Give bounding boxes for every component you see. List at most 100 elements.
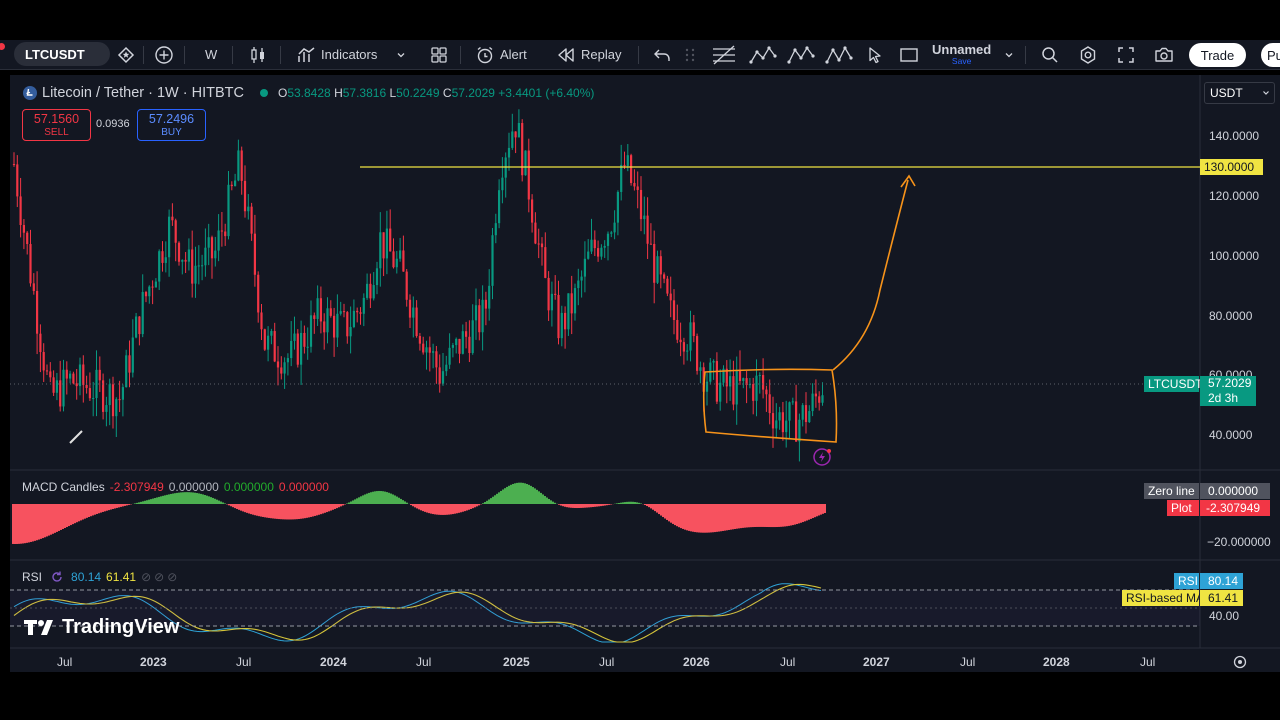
symbol-tag-label: LTCUSDT	[1148, 377, 1203, 391]
candle-body	[771, 413, 775, 429]
macd-bar	[482, 503, 484, 504]
macd-bar	[18, 504, 20, 544]
tradingview-logo-icon	[24, 620, 53, 635]
candle-body	[243, 180, 247, 212]
macd-bar	[78, 504, 80, 522]
candle-body	[656, 256, 659, 283]
candle-body	[461, 331, 464, 354]
macd-bar	[684, 504, 686, 530]
candle-body	[82, 364, 85, 385]
macd-bar	[446, 504, 448, 515]
macd-bar	[390, 493, 392, 504]
macd-bar	[284, 504, 286, 520]
buy-button[interactable]: 57.2496 BUY	[137, 109, 206, 141]
candle-body	[738, 369, 742, 381]
candle-body	[752, 384, 755, 401]
macd-bar	[94, 504, 96, 515]
macd-bar	[102, 504, 104, 512]
candle-body	[230, 184, 233, 187]
macd-bar	[694, 504, 696, 533]
macd-bar	[816, 504, 818, 517]
rsi-legend[interactable]: RSI 80.14 61.41 ⊘⊘⊘	[22, 569, 180, 585]
macd-bar	[582, 504, 584, 508]
time-axis-settings-icon[interactable]	[1233, 655, 1247, 669]
symbol-legend[interactable]: Litecoin / Tether · 1W · HITBTC O53.8428…	[22, 83, 594, 103]
macd-bar	[464, 504, 466, 512]
candle-body	[111, 384, 115, 417]
rsi-value-tag: 80.14	[1200, 573, 1243, 589]
macd-bar	[622, 502, 624, 504]
change-value: +3.4401 (+6.40%)	[498, 86, 595, 100]
macd-bar	[568, 504, 570, 508]
macd-bar	[122, 504, 124, 507]
macd-bar	[30, 504, 32, 542]
macd-bar	[420, 504, 422, 511]
currency-selector[interactable]: USDT	[1204, 82, 1275, 104]
sell-price: 57.1560	[33, 112, 80, 126]
macd-bar	[824, 504, 826, 514]
candle-body	[359, 312, 362, 314]
macd-bar	[86, 504, 88, 518]
candle-body	[567, 293, 570, 330]
candle-body	[181, 259, 184, 262]
sell-button[interactable]: 57.1560 SELL	[22, 109, 91, 141]
macd-bar	[650, 504, 652, 509]
high-value: 57.3816	[342, 86, 387, 100]
macd-legend[interactable]: MACD Candles -2.307949 0.000000 0.000000…	[22, 479, 329, 495]
macd-bar	[34, 504, 36, 541]
candle-body	[712, 361, 715, 363]
candle-body	[158, 251, 161, 282]
macd-bar	[554, 502, 556, 504]
candle-body	[197, 265, 200, 267]
candle-body	[791, 401, 794, 403]
price-axis-label: 100.0000	[1209, 249, 1260, 263]
macd-bar	[450, 504, 452, 515]
macd-bar	[168, 494, 170, 504]
macd-bar	[110, 504, 112, 510]
macd-bar	[718, 504, 720, 532]
chart-canvas[interactable]	[0, 0, 1280, 720]
candle-body	[102, 380, 105, 412]
macd-bar	[652, 504, 654, 510]
candle-body	[144, 292, 148, 297]
candle-body	[659, 256, 662, 275]
macd-bar	[696, 504, 698, 533]
macd-name: MACD Candles	[22, 480, 105, 494]
candle-body	[663, 274, 666, 279]
candles-layer	[12, 109, 824, 462]
annotation-arrow[interactable]	[832, 179, 909, 371]
macd-bar	[466, 504, 468, 511]
ellipsis-icon: ⊘⊘⊘	[141, 570, 181, 584]
macd-bar	[64, 504, 66, 529]
macd-bar	[288, 504, 290, 520]
macd-bar	[274, 504, 276, 519]
buy-label: BUY	[161, 127, 182, 138]
macd-bar	[678, 504, 680, 528]
candle-body	[154, 281, 157, 288]
candle-body	[372, 285, 375, 299]
macd-bar	[98, 504, 100, 514]
macd-bar	[214, 498, 216, 504]
macd-bar	[328, 504, 330, 512]
macd-bar	[302, 504, 304, 519]
macd-bar	[154, 498, 156, 504]
candle-body	[141, 292, 144, 335]
macd-bar	[24, 504, 26, 544]
macd-bar	[442, 504, 444, 515]
candle-body	[441, 371, 445, 384]
macd-bar	[138, 502, 140, 504]
price-axis-label: 80.0000	[1209, 309, 1253, 323]
candle-body	[468, 336, 471, 354]
candle-body	[95, 369, 98, 398]
macd-bar	[378, 490, 380, 504]
candle-body	[758, 375, 761, 377]
candle-body	[465, 331, 468, 337]
candle-body	[293, 333, 296, 341]
macd-bar	[498, 492, 500, 504]
macd-bar	[468, 504, 470, 510]
macd-bar	[576, 504, 578, 509]
candle-body	[65, 369, 68, 379]
macd-bar	[634, 502, 636, 504]
macd-bar	[686, 504, 688, 531]
candle-body	[369, 283, 372, 299]
